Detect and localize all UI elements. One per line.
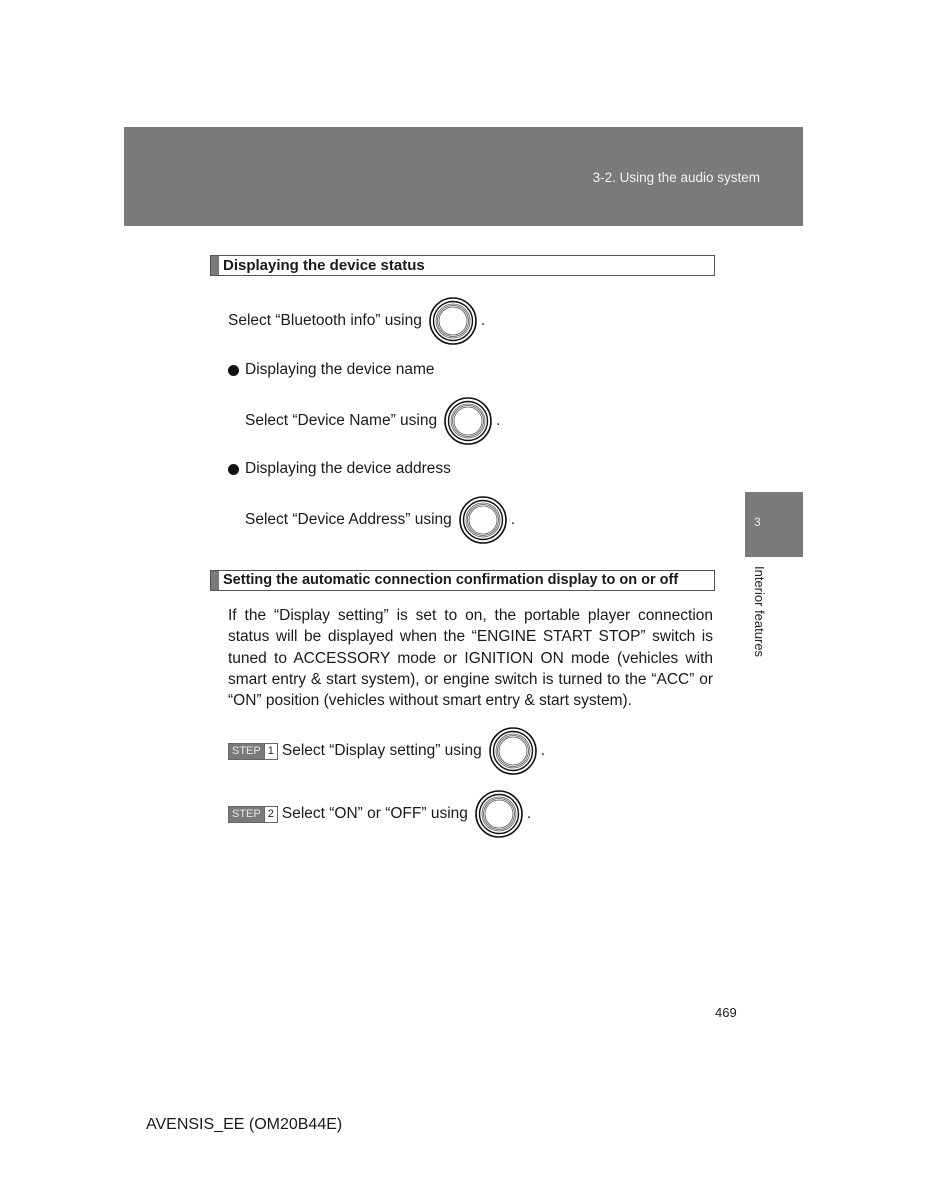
period: . [540, 742, 546, 759]
period: . [480, 312, 486, 329]
bullet-instruction: Select “Device Address” using . [245, 495, 515, 545]
tune-select-knob-icon [428, 296, 478, 346]
chapter-number: 3 [754, 515, 761, 529]
tune-select-knob-icon [474, 789, 524, 839]
bullet-item: Displaying the device address [228, 460, 451, 478]
intro-instruction: Select “Bluetooth info” using . [228, 296, 485, 346]
instruction-text: Select “Bluetooth info” using [228, 312, 422, 329]
tune-select-knob-icon [488, 726, 538, 776]
step-label: STEP [229, 743, 264, 759]
step-badge: STEP 1 [228, 742, 278, 760]
footer-model-code: AVENSIS_EE (OM20B44E) [146, 1116, 343, 1133]
section-heading-device-status: Displaying the device status [210, 255, 715, 276]
period: . [496, 412, 501, 429]
step-number: 1 [263, 743, 277, 759]
tune-select-knob-icon [443, 396, 493, 446]
step-1: STEP 1 Select “Display setting” using . [228, 726, 545, 776]
instruction-text: Select “Device Address” using [245, 511, 452, 528]
period: . [510, 511, 516, 528]
tune-select-knob-icon [458, 495, 508, 545]
chapter-label: Interior features [752, 566, 767, 658]
page-number: 469 [715, 1005, 737, 1020]
step-badge: STEP 2 [228, 805, 278, 823]
step-2: STEP 2 Select “ON” or “OFF” using . [228, 789, 531, 839]
step-label: STEP [229, 806, 264, 822]
bullet-item: Displaying the device name [228, 361, 435, 379]
step-number: 2 [263, 806, 277, 822]
section-title: 3-2. Using the audio system [592, 170, 760, 185]
section-heading-auto-connection: Setting the automatic connection confirm… [210, 570, 715, 591]
heading-text: Setting the automatic connection confirm… [223, 572, 679, 588]
instruction-text: Select “Device Name” using [245, 412, 438, 429]
heading-marker [211, 571, 219, 590]
bullet-instruction: Select “Device Name” using . [245, 396, 500, 446]
description-paragraph: If the “Display setting” is set to on, t… [228, 607, 713, 710]
period: . [526, 805, 532, 822]
chapter-tab: 3 [745, 492, 803, 557]
heading-marker [211, 256, 219, 275]
heading-text: Displaying the device status [223, 257, 425, 274]
bullet-label: Displaying the device name [245, 361, 435, 378]
bullet-icon [228, 364, 239, 376]
header-band: 3-2. Using the audio system [124, 127, 803, 226]
step-text: Select “ON” or “OFF” using [281, 805, 468, 822]
step-text: Select “Display setting” using [281, 742, 482, 759]
bullet-icon [228, 463, 239, 475]
bullet-label: Displaying the device address [245, 460, 451, 477]
